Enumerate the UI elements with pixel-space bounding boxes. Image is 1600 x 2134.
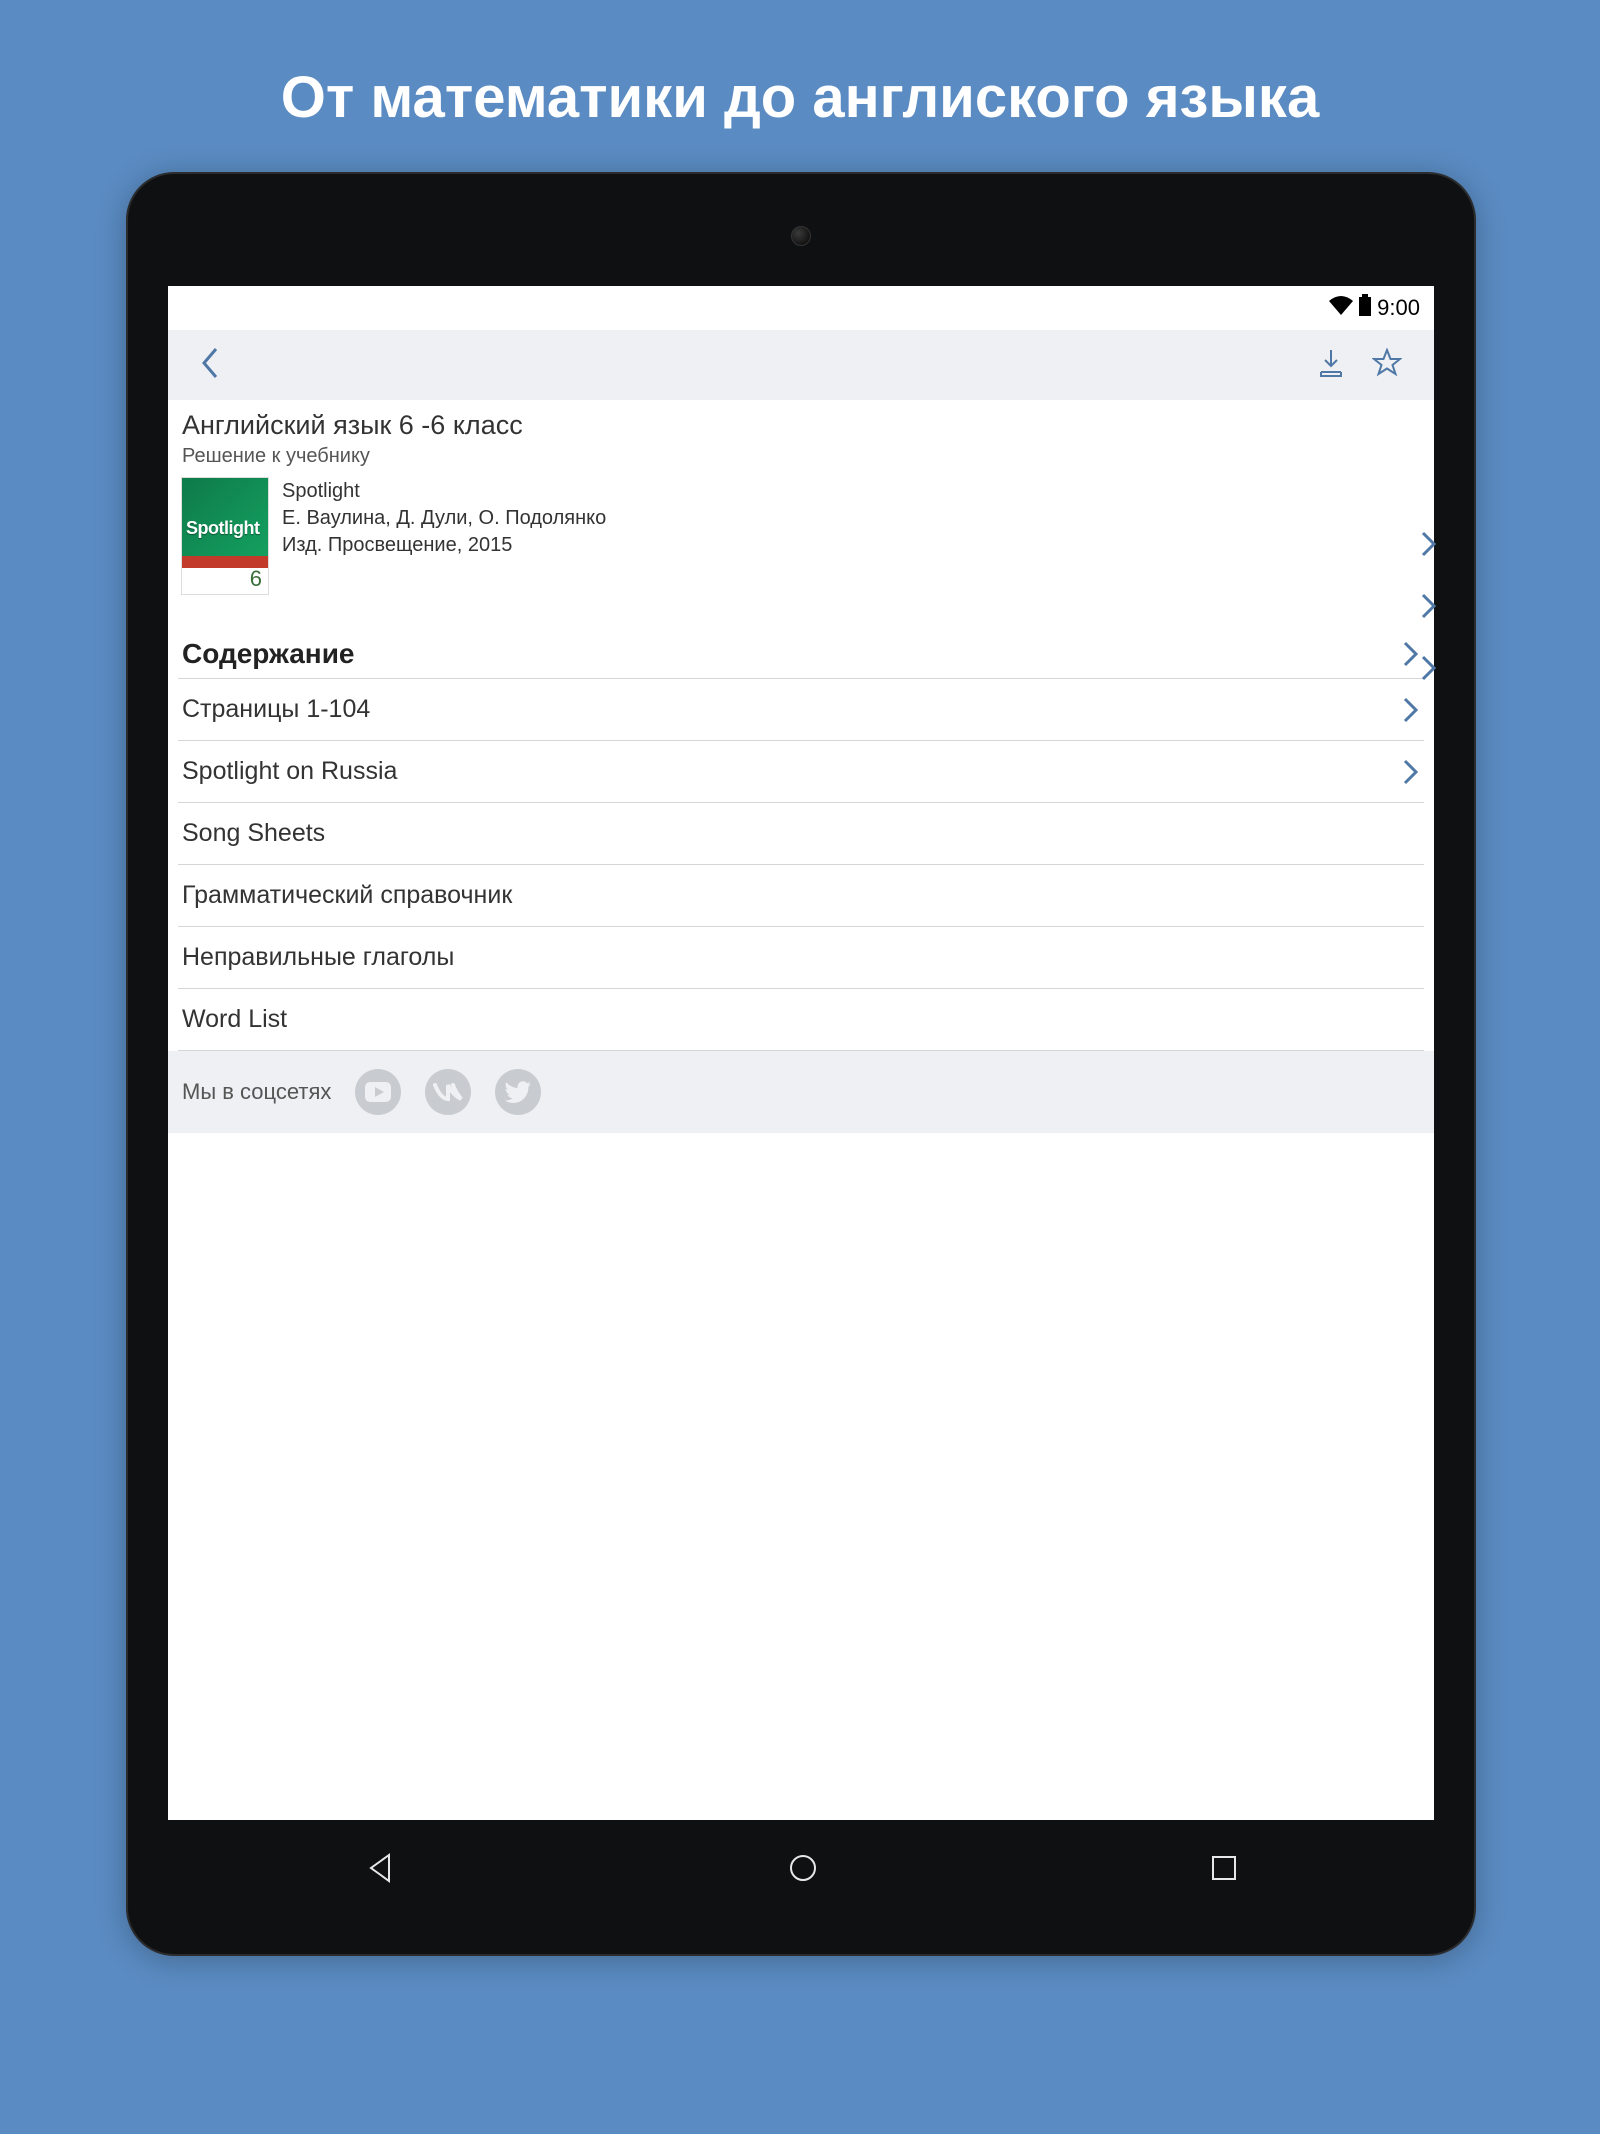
list-item-label: Spotlight on Russia xyxy=(182,757,397,786)
nav-recent-button[interactable] xyxy=(1209,1853,1239,1888)
chevron-right-icon[interactable] xyxy=(1420,654,1438,682)
promo-headline: От математики до англиского языка xyxy=(0,0,1600,131)
book-authors: Е. Ваулина, Д. Дули, О. Подолянко xyxy=(282,505,606,532)
tablet-frame: 9:00 Английский язык 6 -6 класс Решен xyxy=(126,172,1476,1956)
list-item-label: Song Sheets xyxy=(182,819,325,848)
tablet-camera xyxy=(791,226,811,246)
chevron-right-icon xyxy=(1402,640,1420,668)
book-publisher: Изд. Просвещение, 2015 xyxy=(282,532,606,559)
list-item[interactable]: Word List xyxy=(178,989,1424,1051)
contents-list: Страницы 1-104 Spotlight on Russia Song Sh… xyxy=(178,679,1424,1051)
twitter-icon[interactable] xyxy=(495,1069,541,1115)
section-header[interactable]: Содержание xyxy=(178,608,1424,679)
list-item[interactable]: Грамматический справочник xyxy=(178,865,1424,927)
youtube-icon[interactable] xyxy=(355,1069,401,1115)
nav-back-button[interactable] xyxy=(363,1851,397,1890)
book-header[interactable]: Spotlight 6 Spotlight Е. Ваулина, Д. Дул… xyxy=(178,476,1424,608)
list-item[interactable]: Страницы 1-104 xyxy=(178,679,1424,741)
book-cover: Spotlight 6 xyxy=(182,478,268,594)
list-item[interactable]: Неправильные глаголы xyxy=(178,927,1424,989)
social-bar: Мы в соцсетях xyxy=(168,1051,1434,1133)
list-item-label: Неправильные глаголы xyxy=(182,943,454,972)
screen: 9:00 Английский язык 6 -6 класс Решен xyxy=(168,286,1434,1820)
vk-icon[interactable] xyxy=(425,1069,471,1115)
chevron-right-icon xyxy=(1402,696,1420,724)
book-title: Spotlight xyxy=(282,478,606,505)
android-nav-bar xyxy=(168,1830,1434,1910)
wifi-icon xyxy=(1329,295,1353,321)
app-toolbar xyxy=(168,330,1434,400)
nav-home-button[interactable] xyxy=(786,1851,820,1890)
page-title: Английский язык 6 -6 класс xyxy=(178,400,1424,443)
cover-grade: 6 xyxy=(250,566,262,592)
book-meta: Spotlight Е. Ваулина, Д. Дули, О. Подоля… xyxy=(282,478,606,594)
page-subtitle: Решение к учебнику xyxy=(178,443,1424,476)
list-item[interactable]: Song Sheets xyxy=(178,803,1424,865)
status-bar: 9:00 xyxy=(168,286,1434,330)
list-item-label: Страницы 1-104 xyxy=(182,695,370,724)
back-button[interactable] xyxy=(186,339,234,392)
battery-icon xyxy=(1359,294,1371,322)
chevron-right-icon xyxy=(1402,758,1420,786)
list-item-label: Word List xyxy=(182,1005,287,1034)
list-item-label: Грамматический справочник xyxy=(182,881,512,910)
download-button[interactable] xyxy=(1304,340,1358,391)
list-item[interactable]: Spotlight on Russia xyxy=(178,741,1424,803)
social-label: Мы в соцсетях xyxy=(182,1079,331,1105)
status-time: 9:00 xyxy=(1377,295,1420,321)
section-header-label: Содержание xyxy=(182,638,355,670)
cover-brand: Spotlight xyxy=(186,518,259,539)
favorite-button[interactable] xyxy=(1358,340,1416,391)
